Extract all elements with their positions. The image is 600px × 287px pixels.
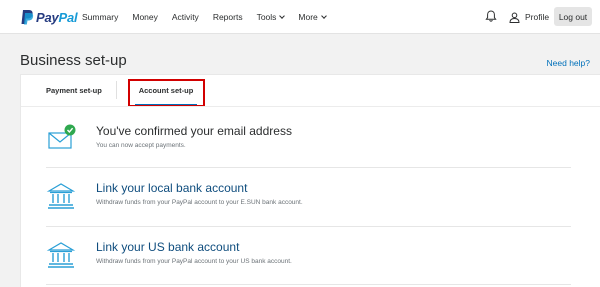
row-subtitle: You can now accept payments. <box>96 142 186 149</box>
main-nav: Summary Money Activity Reports Tools Mor… <box>82 0 340 34</box>
nav-activity[interactable]: Activity <box>172 12 199 22</box>
need-help-link[interactable]: Need help? <box>547 58 590 68</box>
nav-more[interactable]: More <box>298 12 327 22</box>
paypal-logo[interactable]: PayPal <box>20 9 78 25</box>
tab-divider <box>116 81 117 99</box>
profile-label: Profile <box>525 12 550 22</box>
nav-tools[interactable]: Tools <box>256 12 286 22</box>
page-title: Business set-up <box>20 52 127 69</box>
tab-payment-setup[interactable]: Payment set-up <box>46 75 102 105</box>
bank-icon <box>46 242 76 268</box>
nav-tools-label: Tools <box>256 12 277 22</box>
notification-bell-icon[interactable] <box>484 9 498 23</box>
envelope-check-icon <box>48 124 76 149</box>
row-subtitle: Withdraw funds from your PayPal account … <box>96 199 303 206</box>
top-navigation-bar: PayPal Summary Money Activity Reports To… <box>0 0 600 34</box>
bank-icon <box>46 183 76 209</box>
row-title: You've confirmed your email address <box>96 124 292 138</box>
nav-summary[interactable]: Summary <box>82 12 118 22</box>
nav-more-label: More <box>298 12 318 22</box>
chevron-down-icon <box>279 12 286 19</box>
nav-reports[interactable]: Reports <box>213 12 243 22</box>
paypal-logo-icon <box>21 10 34 25</box>
row-title[interactable]: Link your local bank account <box>96 181 247 195</box>
row-divider <box>46 167 571 168</box>
chevron-down-icon <box>320 12 327 19</box>
row-divider <box>46 226 571 227</box>
row-divider <box>46 284 571 285</box>
user-icon <box>509 12 520 23</box>
logout-button[interactable]: Log out <box>554 7 592 26</box>
setup-card: Payment set-up Account set-up You've con… <box>20 74 600 287</box>
profile-menu[interactable]: Profile <box>509 0 549 34</box>
tabs-divider <box>21 106 600 107</box>
nav-money[interactable]: Money <box>132 12 158 22</box>
paypal-wordmark: PayPal <box>36 9 78 25</box>
row-subtitle: Withdraw funds from your PayPal account … <box>96 258 292 265</box>
highlight-box <box>128 79 205 107</box>
row-title[interactable]: Link your US bank account <box>96 240 239 254</box>
